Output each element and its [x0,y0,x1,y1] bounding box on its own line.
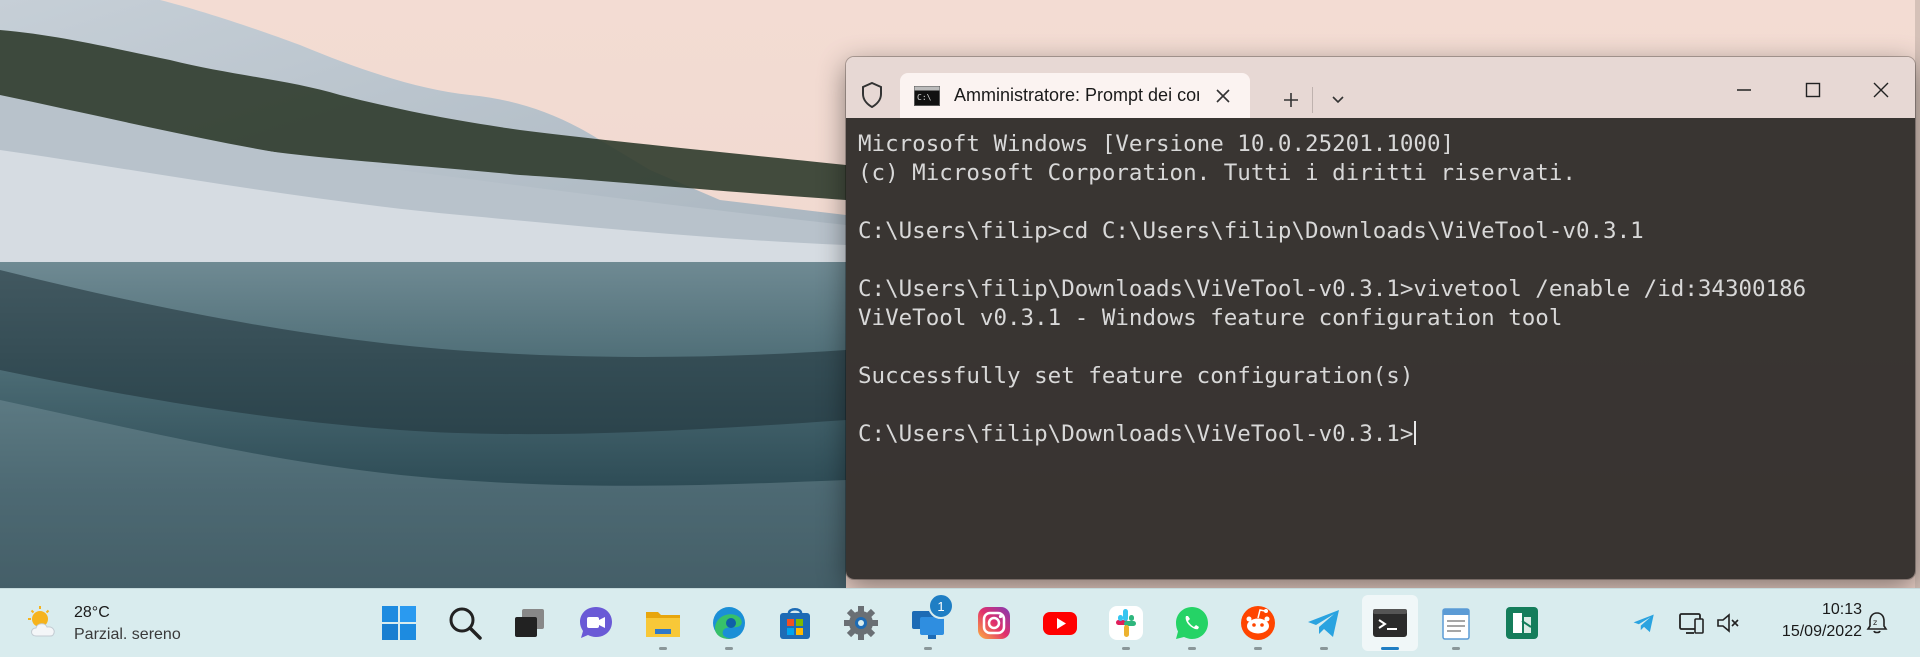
console-line: C:\Users\filip\Downloads\ViVeTool-v0.3.1… [858,276,1807,302]
running-indicator [1188,647,1196,650]
edge-button[interactable] [701,595,757,651]
store-icon [780,608,810,639]
running-indicator [1452,647,1460,650]
notification-badge: 1 [928,593,954,619]
volume-muted-icon[interactable] [1712,607,1744,639]
console-prompt-line[interactable]: C:\Users\filip\Downloads\ViVeTool-v0.3.1… [858,420,1915,449]
running-indicator [659,647,667,650]
console-line: (c) Microsoft Corporation. Tutti i dirit… [858,160,1576,186]
youtube-icon [1043,612,1077,635]
title-bar[interactable]: C:\ Amministratore: Prompt dei comandi [846,57,1915,118]
running-indicator [1320,647,1328,650]
green-app-button[interactable] [1494,595,1550,651]
slack-button[interactable] [1098,595,1154,651]
clock-time: 10:13 [1821,601,1862,618]
notification-icon[interactable]: z [1862,607,1892,639]
close-icon [1873,82,1889,98]
task-view-icon [515,609,544,637]
gear-icon [844,606,878,640]
taskbar: 28°C Parzial. sereno 1 10:13 15/09/2022 … [0,588,1920,657]
whatsapp-icon [1176,607,1208,639]
minimize-button[interactable] [1712,67,1776,113]
prompt-text: C:\Users\filip\Downloads\ViVeTool-v0.3.1… [858,421,1414,447]
whatsapp-button[interactable] [1164,595,1220,651]
tab-separator [1312,87,1313,113]
close-window-button[interactable] [1849,67,1913,113]
notepad-button[interactable] [1428,595,1484,651]
instagram-icon [978,607,1010,639]
tab-command-prompt[interactable]: C:\ Amministratore: Prompt dei comandi [900,73,1250,118]
shield-icon [858,80,886,110]
text-cursor [1414,421,1417,445]
network-icon[interactable] [1676,607,1708,639]
telegram-icon [1308,610,1339,637]
running-indicator [725,647,733,650]
folder-icon [646,612,680,637]
weather-widget[interactable]: 28°C Parzial. sereno [24,599,181,649]
chat-button[interactable] [568,595,624,651]
weather-temperature: 28°C [74,604,110,621]
cmd-icon: C:\ [914,85,940,106]
console-output[interactable]: Microsoft Windows [Versione 10.0.25201.1… [846,118,1915,579]
console-line: C:\Users\filip>cd C:\Users\filip\Downloa… [858,218,1644,244]
terminal-window[interactable]: C:\ Amministratore: Prompt dei comandi M… [846,57,1915,579]
console-line: ViVeTool v0.3.1 - Windows feature config… [858,305,1563,331]
terminal-button[interactable] [1362,595,1418,651]
teams-chat-icon [580,607,612,638]
windows-logo-icon [382,606,416,640]
youtube-button[interactable] [1032,595,1088,651]
running-indicator [1254,647,1262,650]
clock[interactable]: 10:13 15/09/2022 [1752,601,1862,641]
tab-title: Amministratore: Prompt dei comandi [954,85,1199,105]
reddit-button[interactable] [1230,595,1286,651]
terminal-icon [1373,609,1407,637]
notepad-icon [1442,608,1470,640]
maximize-button[interactable] [1781,67,1845,113]
tab-dropdown-button[interactable] [1322,83,1354,117]
console-line: Microsoft Windows [Versione 10.0.25201.1… [858,131,1455,157]
start-button[interactable] [371,595,427,651]
task-view-button[interactable] [502,595,558,651]
plus-icon [1284,93,1298,107]
running-indicator [924,647,932,650]
app-icon [1506,607,1538,639]
edge-icon [713,607,745,639]
svg-text:C:\: C:\ [917,93,932,102]
remote-desktop-button[interactable]: 1 [900,593,956,651]
slack-icon [1109,606,1143,640]
reddit-icon [1241,606,1275,640]
running-indicator [1122,647,1130,650]
telegram-button[interactable] [1296,595,1352,651]
active-indicator [1381,647,1399,650]
settings-button[interactable] [833,595,889,651]
partly-sunny-icon [28,606,55,637]
clock-date: 15/09/2022 [1781,623,1862,640]
instagram-button[interactable] [966,595,1022,651]
svg-text:z: z [1873,618,1877,627]
console-line: Successfully set feature configuration(s… [858,363,1414,389]
maximize-icon [1805,82,1821,98]
search-icon [449,607,482,640]
chevron-down-icon [1332,96,1344,104]
close-tab-icon[interactable] [1209,82,1237,110]
weather-description: Parzial. sereno [74,626,181,643]
file-explorer-button[interactable] [635,595,691,651]
minimize-icon [1737,89,1751,91]
new-tab-button[interactable] [1274,83,1308,117]
store-button[interactable] [767,595,823,651]
telegram-tray-icon[interactable] [1628,607,1660,639]
search-button[interactable] [437,595,493,651]
